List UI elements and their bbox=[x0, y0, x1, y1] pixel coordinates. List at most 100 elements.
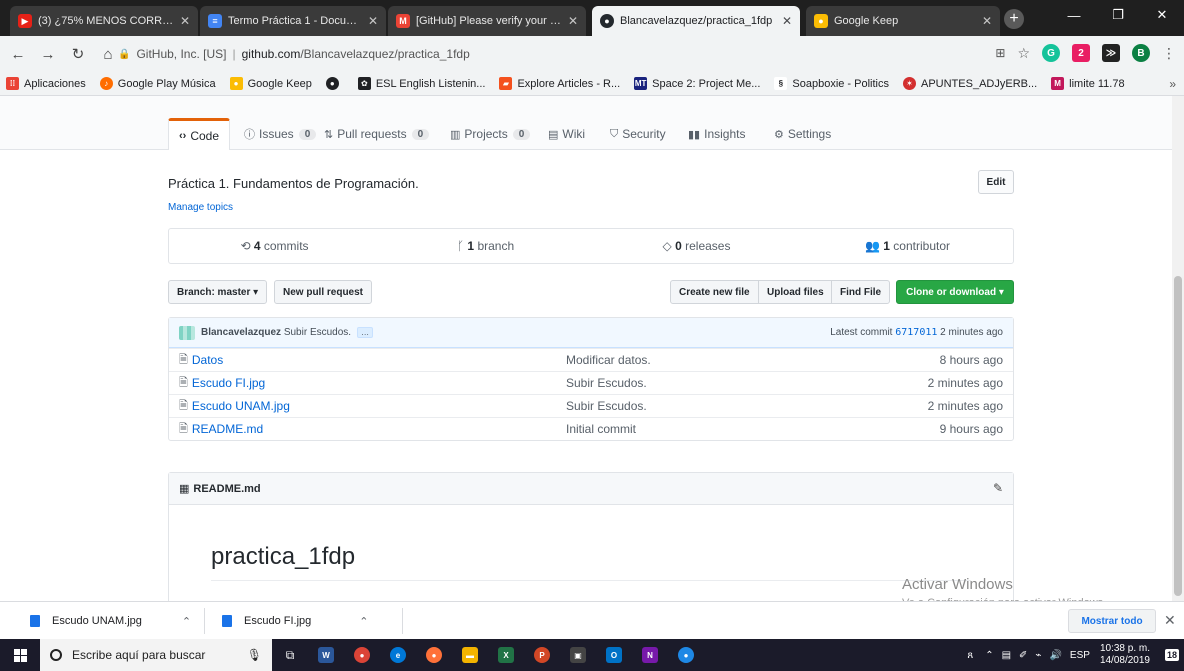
download-item[interactable]: Escudo FI.jpg ⌃ bbox=[222, 610, 368, 632]
bookmark-apps[interactable]: ⁞⁞ Aplicaciones bbox=[6, 77, 86, 90]
commits-link[interactable]: ⟲ 4 commits bbox=[169, 239, 380, 253]
language-indicator[interactable]: ESP bbox=[1070, 650, 1090, 661]
minimize-button[interactable]: — bbox=[1052, 0, 1096, 30]
forward-button[interactable]: → bbox=[36, 42, 60, 66]
volume-icon[interactable]: 🔊 bbox=[1049, 650, 1061, 661]
tab-github[interactable]: ● Blancavelazquez/practica_1fdp ✕ bbox=[592, 6, 800, 36]
tab-wiki[interactable]: ▤ Wiki bbox=[544, 118, 589, 150]
close-window-button[interactable]: ✕ bbox=[1140, 0, 1184, 30]
taskbar-search[interactable]: Escribe aquí para buscar 🎙 bbox=[40, 639, 272, 671]
tab-youtube[interactable]: ▶ (3) ¿75% MENOS CORRUPTOS ✕ bbox=[10, 6, 198, 36]
expand-commit-button[interactable]: … bbox=[357, 327, 374, 338]
taskbar-explorer[interactable]: ▬ bbox=[452, 639, 488, 671]
bookmark-explore[interactable]: ▰ Explore Articles - R... bbox=[499, 77, 620, 90]
scrollbar-thumb[interactable] bbox=[1174, 276, 1182, 596]
grammarly-icon[interactable]: G bbox=[1042, 44, 1060, 62]
clone-download-button[interactable]: Clone or download ▾ bbox=[896, 280, 1014, 304]
tab-code[interactable]: ‹› Code bbox=[168, 118, 231, 150]
file-commit-message[interactable]: Initial commit bbox=[566, 422, 843, 436]
close-icon[interactable]: ✕ bbox=[1164, 612, 1176, 629]
taskbar-onenote[interactable]: N bbox=[632, 639, 668, 671]
branches-link[interactable]: ᚴ 1 branch bbox=[380, 239, 591, 253]
tab-settings[interactable]: ⚙ Settings bbox=[770, 118, 835, 150]
file-link[interactable]: Datos bbox=[192, 353, 223, 367]
contributors-link[interactable]: 👥 1 contributor bbox=[802, 239, 1013, 253]
taskbar-word[interactable]: W bbox=[308, 639, 344, 671]
pencil-icon[interactable]: ✎ bbox=[993, 481, 1003, 495]
people-icon[interactable]: ጸ bbox=[967, 650, 973, 661]
taskbar-app[interactable]: ● bbox=[668, 639, 704, 671]
chevron-up-icon[interactable]: ⌃ bbox=[359, 615, 368, 628]
bookmark-apuntes[interactable]: ✶ APUNTES_ADJyERB... bbox=[903, 77, 1037, 90]
taskbar-excel[interactable]: X bbox=[488, 639, 524, 671]
pen-icon[interactable]: ✐ bbox=[1019, 650, 1027, 661]
show-all-button[interactable]: Mostrar todo bbox=[1068, 609, 1156, 633]
microphone-icon[interactable]: 🎙 bbox=[247, 648, 262, 662]
home-button[interactable]: ⌂ bbox=[96, 42, 120, 66]
close-icon[interactable]: ✕ bbox=[180, 14, 190, 28]
upload-files-button[interactable]: Upload files bbox=[758, 280, 833, 304]
tab-docs[interactable]: ≡ Termo Práctica 1 - Documento ✕ bbox=[200, 6, 386, 36]
tab-issues[interactable]: ⓘ Issues 0 bbox=[240, 118, 320, 150]
file-commit-message[interactable]: Subir Escudos. bbox=[566, 376, 843, 390]
bookmark-soapboxie[interactable]: § Soapboxie - Politics bbox=[774, 77, 889, 90]
avatar[interactable]: B bbox=[1132, 44, 1150, 62]
file-commit-message[interactable]: Subir Escudos. bbox=[566, 399, 843, 413]
taskbar-chrome[interactable]: ● bbox=[344, 639, 380, 671]
taskbar-edge[interactable]: e bbox=[380, 639, 416, 671]
avatar[interactable] bbox=[179, 325, 195, 340]
start-button[interactable] bbox=[0, 639, 40, 671]
back-button[interactable]: ← bbox=[6, 42, 30, 66]
close-icon[interactable]: ✕ bbox=[982, 14, 992, 28]
new-tab-button[interactable]: + bbox=[1004, 9, 1024, 29]
bookmark-space2[interactable]: MT Space 2: Project Me... bbox=[634, 77, 760, 90]
commit-sha[interactable]: 6717011 bbox=[895, 327, 937, 338]
file-commit-message[interactable]: Modificar datos. bbox=[566, 353, 843, 367]
tab-projects[interactable]: ▥ Projects 0 bbox=[446, 118, 534, 150]
commit-message[interactable]: Subir Escudos. bbox=[284, 327, 351, 338]
close-icon[interactable]: ✕ bbox=[568, 14, 578, 28]
reload-button[interactable]: ↻ bbox=[66, 42, 90, 66]
bookmark-esl[interactable]: ✿ ESL English Listenin... bbox=[357, 77, 485, 90]
download-item[interactable]: Escudo UNAM.jpg ⌃ bbox=[30, 610, 191, 632]
tab-keep[interactable]: ● Google Keep ✕ bbox=[806, 6, 1000, 36]
edit-button[interactable]: Edit bbox=[978, 170, 1014, 194]
taskbar-powerpoint[interactable]: P bbox=[524, 639, 560, 671]
chevron-up-icon[interactable]: ⌃ bbox=[182, 615, 191, 628]
tab-security[interactable]: ⛉ Security bbox=[606, 118, 670, 150]
network-icon[interactable]: ⌁ bbox=[1035, 650, 1041, 661]
create-new-file-button[interactable]: Create new file bbox=[670, 280, 759, 304]
page-scrollbar[interactable] bbox=[1172, 96, 1184, 601]
manage-topics-link[interactable]: Manage topics bbox=[168, 202, 233, 213]
bookmark-limite[interactable]: Mlimite 11.78 bbox=[1051, 77, 1125, 90]
file-link[interactable]: Escudo UNAM.jpg bbox=[192, 399, 290, 413]
keyboard-icon[interactable]: ▤ bbox=[1002, 650, 1011, 661]
translate-icon[interactable]: ⊞ bbox=[995, 46, 1005, 60]
bookmark-play-music[interactable]: ♪ Google Play Música bbox=[99, 77, 216, 90]
find-file-button[interactable]: Find File bbox=[831, 280, 891, 304]
tab-gmail[interactable]: M [GitHub] Please verify your de ✕ bbox=[388, 6, 586, 36]
new-pull-request-button[interactable]: New pull request bbox=[274, 280, 373, 304]
chevron-up-icon[interactable]: ⌃ bbox=[985, 650, 993, 661]
releases-link[interactable]: ◇ 0 releases bbox=[591, 239, 802, 253]
extension-icon[interactable]: 2 bbox=[1072, 44, 1090, 62]
clock[interactable]: 10:38 p. m. 14/08/2019 bbox=[1100, 643, 1150, 667]
tab-insights[interactable]: ▮▮ Insights bbox=[684, 118, 749, 150]
menu-icon[interactable]: ⋮ bbox=[1162, 45, 1176, 62]
close-icon[interactable]: ✕ bbox=[782, 14, 792, 28]
close-icon[interactable]: ✕ bbox=[368, 14, 378, 28]
file-link[interactable]: Escudo FI.jpg bbox=[192, 376, 265, 390]
taskbar-outlook[interactable]: O bbox=[596, 639, 632, 671]
url-bar[interactable]: 🔒 GitHub, Inc. [US] | github.com /Blanca… bbox=[118, 36, 938, 72]
bookmark-github[interactable]: ● bbox=[325, 77, 344, 90]
taskbar-store[interactable]: ▣ bbox=[560, 639, 596, 671]
rss-icon[interactable]: ≫ bbox=[1102, 44, 1120, 62]
file-link[interactable]: README.md bbox=[192, 422, 263, 436]
maximize-button[interactable]: ❐ bbox=[1096, 0, 1140, 30]
branch-select-button[interactable]: Branch: master ▾ bbox=[168, 280, 268, 304]
commit-author[interactable]: Blancavelazquez bbox=[201, 327, 281, 338]
notifications-button[interactable]: 18 bbox=[1160, 639, 1184, 671]
taskbar-firefox[interactable]: ● bbox=[416, 639, 452, 671]
task-view-button[interactable]: ⧉ bbox=[272, 639, 308, 671]
tab-pull-requests[interactable]: ⇅ Pull requests 0 bbox=[320, 118, 433, 150]
